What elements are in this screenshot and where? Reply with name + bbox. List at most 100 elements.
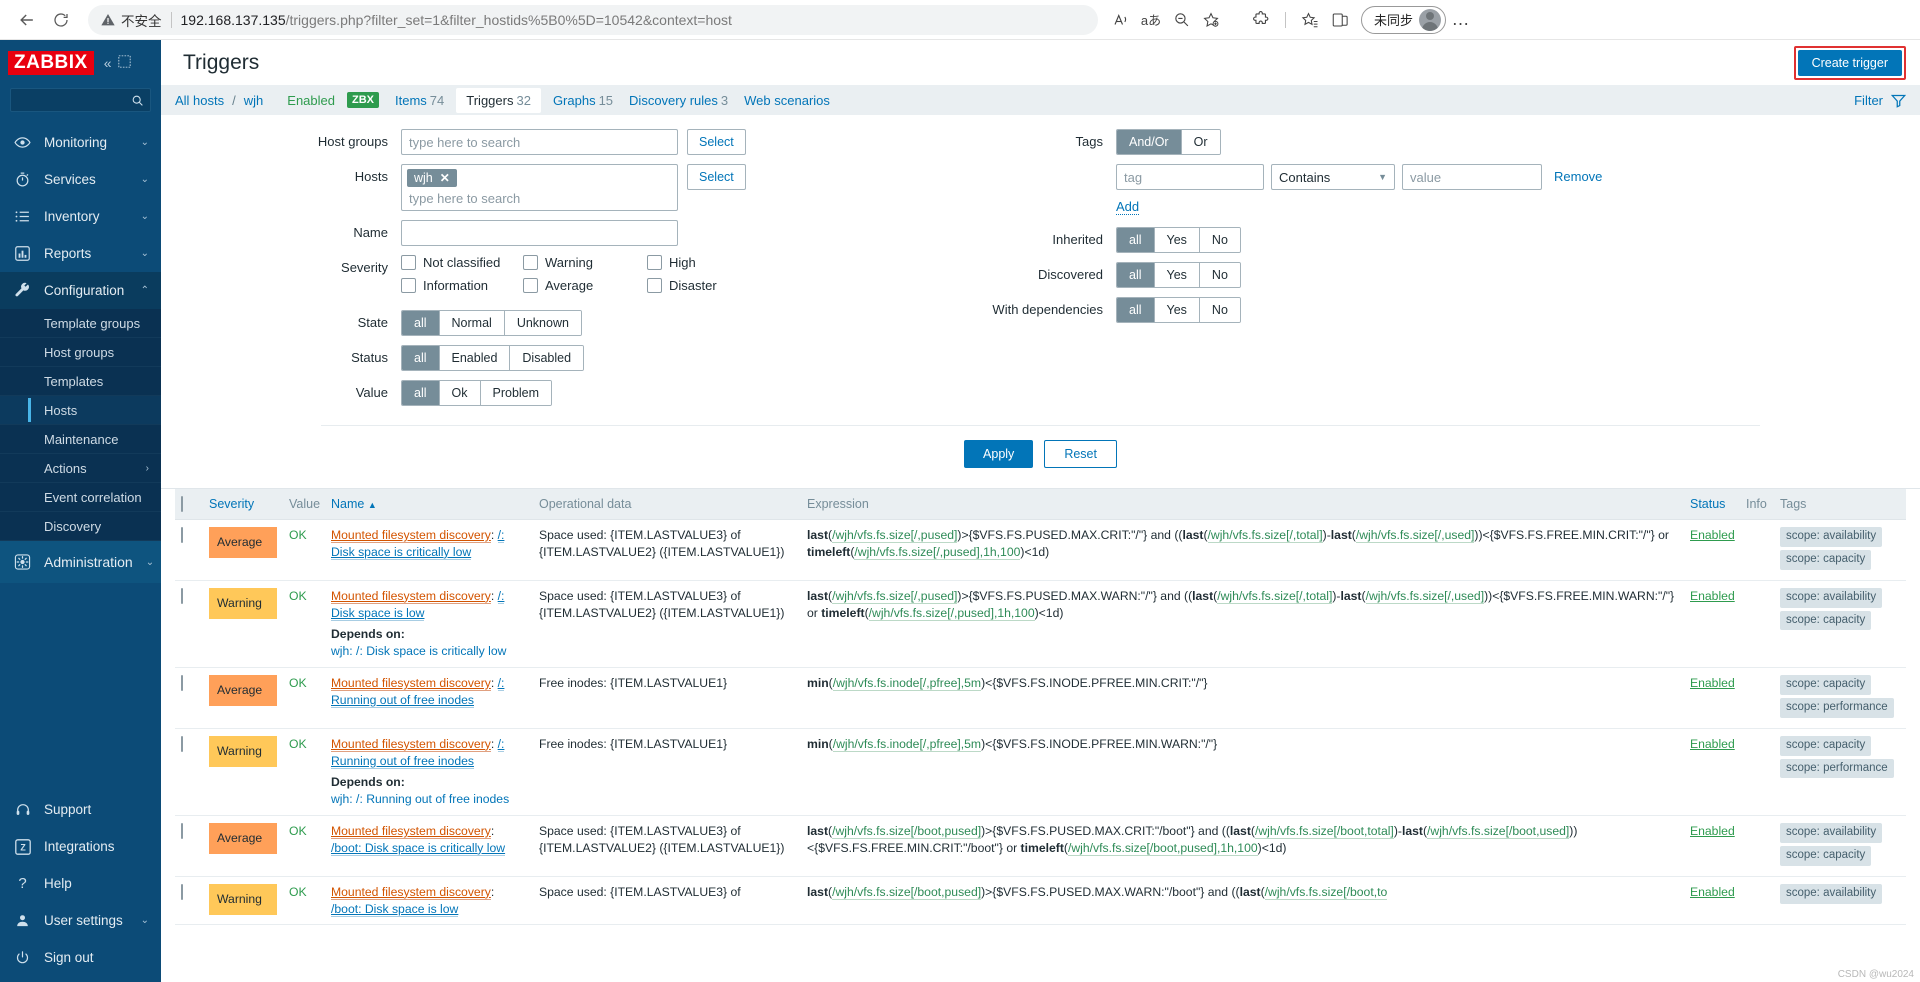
read-aloud-icon[interactable]	[1106, 5, 1136, 35]
tags-operator-or[interactable]: Or	[1181, 130, 1220, 154]
tag-condition-select[interactable]: Contains ▼	[1271, 164, 1395, 190]
status-radio-group[interactable]: all Enabled Disabled	[401, 345, 585, 371]
discovered-radio-group[interactable]: all Yes No	[1116, 262, 1241, 288]
tag-remove-link[interactable]: Remove	[1554, 164, 1602, 184]
collections-icon[interactable]	[1295, 5, 1325, 35]
tab-graphs[interactable]: Graphs 15	[553, 93, 613, 108]
sidebar-item-templates[interactable]: Templates	[0, 367, 161, 396]
row-checkbox[interactable]	[181, 587, 183, 604]
translate-icon[interactable]: aあ	[1136, 5, 1166, 35]
breadcrumb-all-hosts[interactable]: All hosts	[175, 93, 224, 108]
dependencies-option-all[interactable]: all	[1117, 298, 1155, 322]
sidebar-item-monitoring[interactable]: Monitoring ⌄	[0, 124, 161, 161]
status-link[interactable]: Enabled	[1690, 737, 1735, 751]
row-checkbox[interactable]	[181, 735, 183, 752]
tag-badge[interactable]: scope: availability	[1780, 527, 1883, 547]
sidebar-item-hosts[interactable]: Hosts	[0, 396, 161, 425]
tab-web-scenarios[interactable]: Web scenarios	[744, 93, 830, 108]
sidebar-item-discovery[interactable]: Discovery	[0, 512, 161, 541]
sidebar-item-services[interactable]: Services ⌄	[0, 161, 161, 198]
tag-badge[interactable]: scope: performance	[1780, 697, 1894, 718]
discovery-rule-link[interactable]: Mounted filesystem discovery	[331, 884, 491, 900]
discovery-rule-link[interactable]: Mounted filesystem discovery	[331, 528, 491, 543]
tags-operator-andor[interactable]: And/Or	[1117, 130, 1182, 154]
dependencies-option-no[interactable]: No	[1199, 298, 1240, 322]
inherited-option-no[interactable]: No	[1199, 228, 1240, 252]
dependencies-radio-group[interactable]: all Yes No	[1116, 297, 1241, 323]
sidebar-item-help[interactable]: ? Help	[0, 865, 161, 902]
reset-button[interactable]: Reset	[1044, 440, 1117, 468]
sidebar-item-event-correlation[interactable]: Event correlation	[0, 483, 161, 512]
col-severity[interactable]: Severity	[203, 489, 283, 520]
tag-name-input[interactable]	[1116, 164, 1264, 190]
tag-badge[interactable]: scope: capacity	[1780, 675, 1872, 695]
status-link[interactable]: Enabled	[1690, 885, 1735, 899]
hosts-input[interactable]: type here to search	[407, 187, 672, 207]
tag-badge[interactable]: scope: performance	[1780, 758, 1894, 779]
checkbox[interactable]	[647, 255, 662, 270]
reload-icon[interactable]	[44, 3, 78, 37]
sidebar-item-actions[interactable]: Actions ›	[0, 454, 161, 483]
severity-high[interactable]: High	[647, 255, 769, 270]
state-option-all[interactable]: all	[402, 311, 440, 335]
discovery-rule-link[interactable]: Mounted filesystem discovery	[331, 588, 491, 604]
severity-disaster[interactable]: Disaster	[647, 278, 769, 293]
discovery-rule-link[interactable]: Mounted filesystem discovery	[331, 676, 491, 692]
zoom-out-icon[interactable]	[1166, 5, 1196, 35]
sidebar-collapse-icon[interactable]: «	[104, 55, 112, 71]
more-options-icon[interactable]: …	[1446, 5, 1476, 35]
status-link[interactable]: Enabled	[1690, 676, 1735, 690]
sidebar-search-input[interactable]	[10, 88, 151, 112]
name-input[interactable]	[401, 220, 678, 246]
tag-value-input[interactable]	[1402, 164, 1542, 190]
discovered-option-all[interactable]: all	[1117, 263, 1155, 287]
col-name[interactable]: Name ▲	[325, 489, 533, 520]
address-bar[interactable]: 不安全 192.168.137.135/triggers.php?filter_…	[88, 4, 1098, 35]
value-radio-group[interactable]: all Ok Problem	[401, 380, 553, 406]
sidebar-item-sign-out[interactable]: Sign out	[0, 939, 161, 976]
trigger-name-link[interactable]: /boot: Disk space is critically low	[331, 840, 506, 856]
sidebar-item-host-groups[interactable]: Host groups	[0, 338, 161, 367]
agent-availability-tag[interactable]: ZBX	[347, 92, 379, 108]
back-arrow-icon[interactable]	[10, 3, 44, 37]
depends-on-link[interactable]: wjh: /: Running out of free inodes	[331, 792, 509, 806]
discovered-option-yes[interactable]: Yes	[1154, 263, 1200, 287]
checkbox[interactable]	[647, 278, 662, 293]
sidebar-item-integrations[interactable]: Z Integrations	[0, 828, 161, 865]
value-option-ok[interactable]: Ok	[439, 381, 481, 405]
tag-badge[interactable]: scope: capacity	[1780, 610, 1872, 631]
sidebar-item-inventory[interactable]: Inventory ⌄	[0, 198, 161, 235]
checkbox[interactable]	[401, 278, 416, 293]
sidebar-item-configuration[interactable]: Configuration ⌃	[0, 272, 161, 309]
value-option-problem[interactable]: Problem	[480, 381, 552, 405]
col-status[interactable]: Status	[1684, 489, 1740, 520]
state-option-unknown[interactable]: Unknown	[504, 311, 581, 335]
row-checkbox[interactable]	[181, 823, 183, 840]
tag-badge[interactable]: scope: capacity	[1780, 845, 1872, 866]
host-chip[interactable]: wjh ✕	[407, 169, 457, 187]
status-link[interactable]: Enabled	[1690, 589, 1735, 603]
hosts-multiselect[interactable]: wjh ✕ type here to search	[401, 164, 678, 211]
tag-badge[interactable]: scope: availability	[1780, 883, 1883, 904]
sidebar-pin-icon[interactable]	[117, 55, 131, 71]
status-option-disabled[interactable]: Disabled	[510, 346, 584, 370]
state-radio-group[interactable]: all Normal Unknown	[401, 310, 582, 336]
trigger-name-link[interactable]: /boot: Disk space is low	[331, 901, 459, 917]
severity-warning[interactable]: Warning	[523, 255, 647, 270]
host-groups-input[interactable]	[401, 129, 678, 155]
breadcrumb-host[interactable]: wjh	[244, 93, 264, 108]
status-option-enabled[interactable]: Enabled	[439, 346, 511, 370]
add-favorite-icon[interactable]	[1196, 5, 1226, 35]
tag-badge[interactable]: scope: capacity	[1780, 549, 1872, 570]
extensions-icon[interactable]	[1246, 5, 1276, 35]
discovered-option-no[interactable]: No	[1199, 263, 1240, 287]
sidebar-item-maintenance[interactable]: Maintenance	[0, 425, 161, 454]
row-checkbox[interactable]	[181, 883, 183, 900]
tag-badge[interactable]: scope: capacity	[1780, 735, 1872, 756]
severity-average[interactable]: Average	[523, 278, 647, 293]
row-checkbox[interactable]	[181, 675, 183, 692]
hosts-select-button[interactable]: Select	[687, 164, 746, 190]
tag-badge[interactable]: scope: availability	[1780, 587, 1883, 608]
tags-operator-group[interactable]: And/Or Or	[1116, 129, 1221, 155]
select-all-checkbox[interactable]	[181, 496, 183, 512]
